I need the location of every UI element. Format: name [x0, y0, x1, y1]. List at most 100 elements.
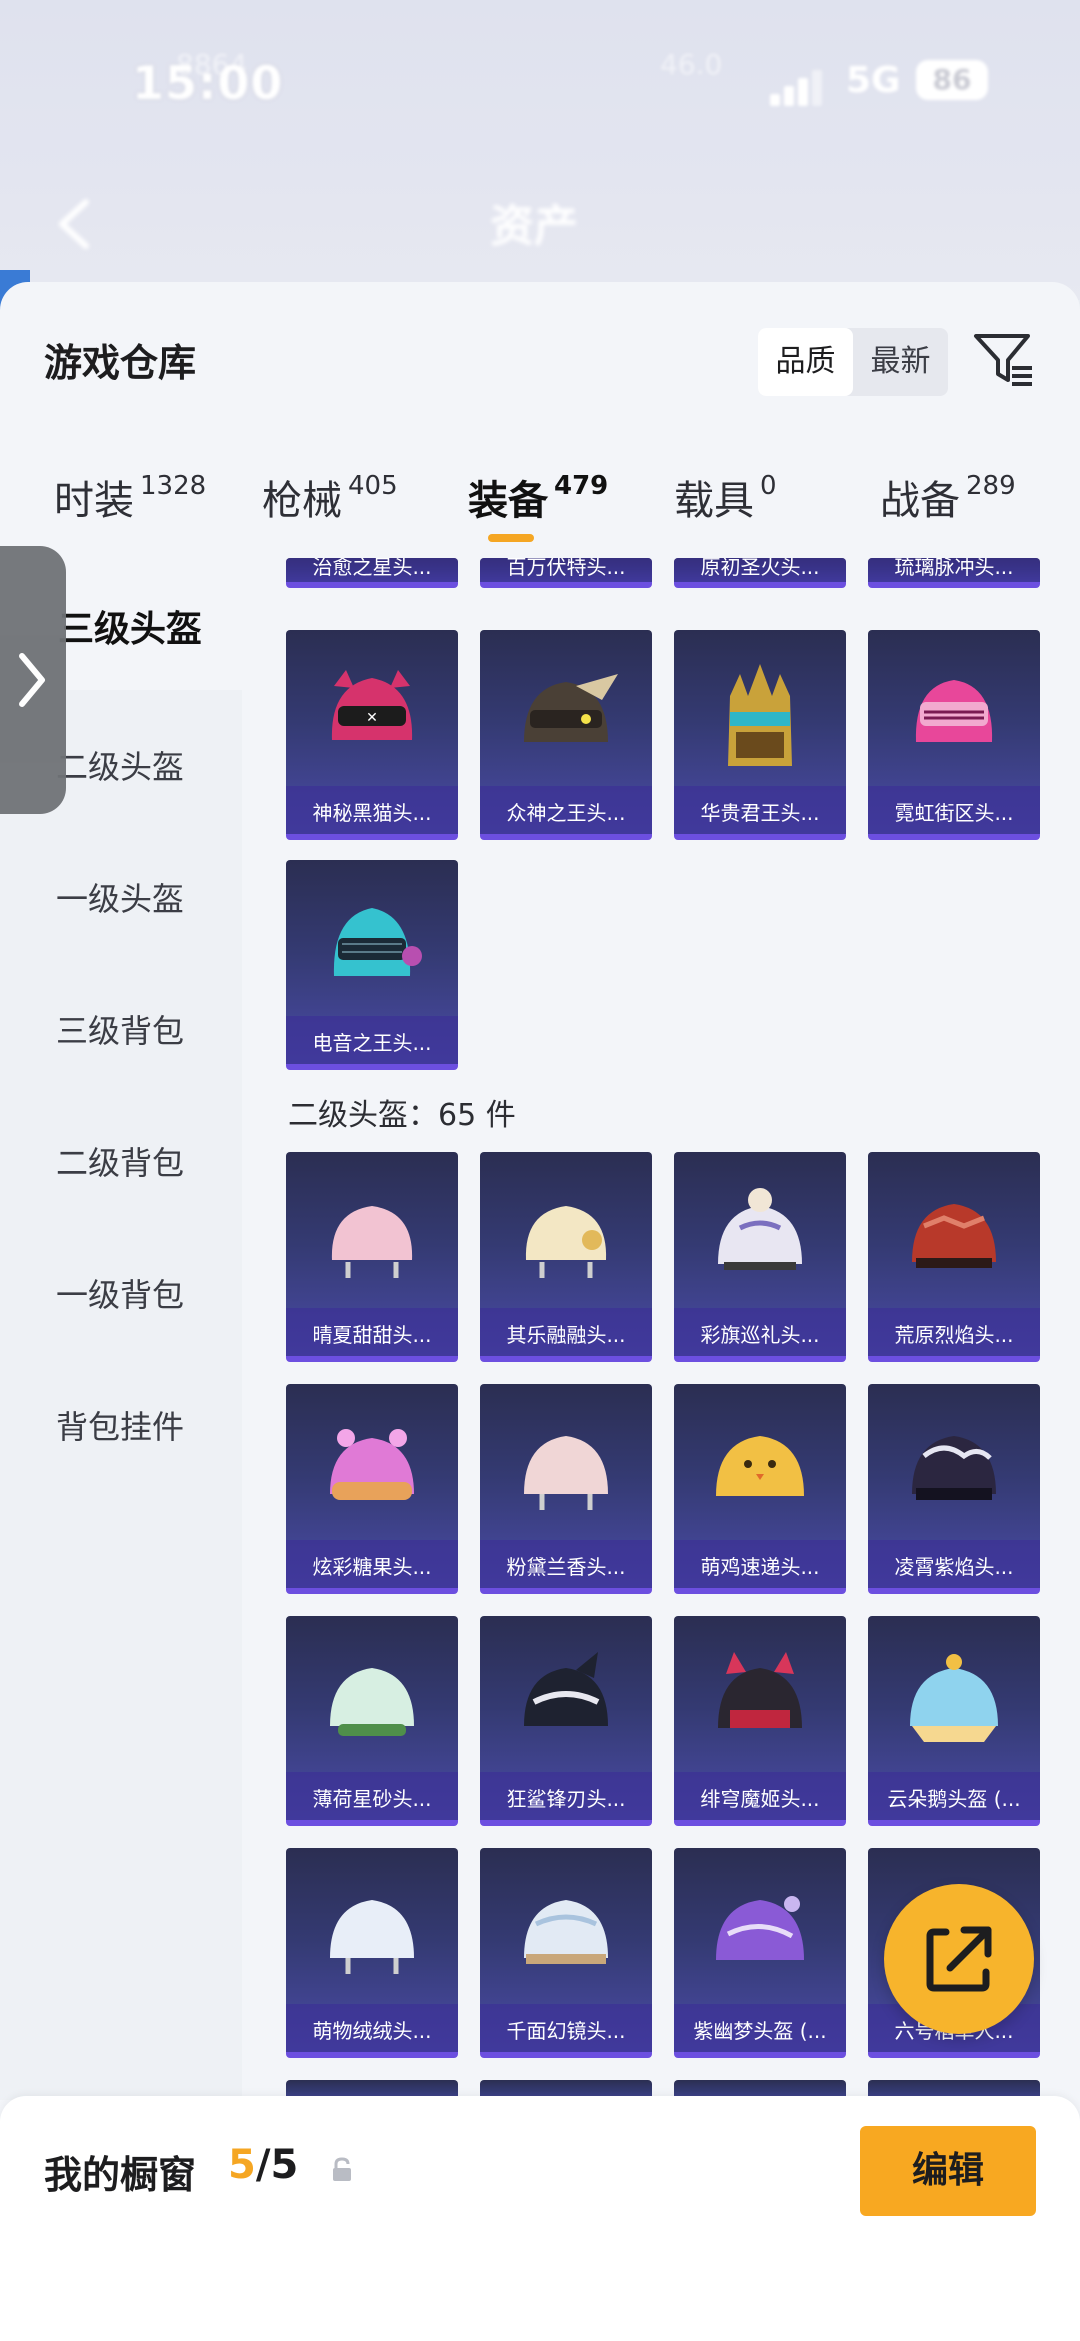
status-ghost-text-right: 46.0: [660, 48, 723, 81]
pink-helmet-icon: [331, 1206, 413, 1278]
tab-label: 装备: [468, 478, 548, 524]
signal-icon: [770, 70, 830, 106]
sidebar-item-lvl3-backpack[interactable]: 三级背包: [56, 1006, 184, 1052]
item-grid: 治愈之星头... 百万伏特头... 原初圣火头... 琉璃脉冲头... ✕ 神秘…: [242, 558, 1080, 2098]
drawer-toggle-button[interactable]: [0, 546, 66, 814]
item-name: 狂鲨锋刃头...: [506, 1787, 626, 1811]
section-label-lvl2: 二级头盔：65 件: [288, 1098, 516, 1133]
item-card[interactable]: 狂鲨锋刃头...: [480, 1616, 652, 1826]
shark-helmet-icon: [524, 1652, 608, 1726]
sort-toggle: 品质 最新: [758, 328, 948, 396]
back-arrow-icon[interactable]: [48, 194, 108, 254]
sort-quality-button[interactable]: 品质: [758, 328, 853, 396]
candy-helmet-icon: [330, 1429, 414, 1500]
share-button[interactable]: [884, 1884, 1034, 2034]
sidebar-item-lvl3-helmet[interactable]: 三级头盔: [58, 600, 202, 652]
mirror-helmet-icon: [524, 1900, 608, 1964]
item-card[interactable]: 千面幻镜头...: [480, 1848, 652, 2058]
item-name: 云朵鹅头盔 (...: [887, 1787, 1021, 1811]
item-card[interactable]: 粉黛兰香头...: [480, 1384, 652, 1594]
showcase-count-current: 5: [228, 2142, 256, 2188]
item-name: 绯穹魔姬头...: [700, 1787, 820, 1811]
item-card[interactable]: 云朵鹅头盔 (...: [868, 1616, 1040, 1826]
item-name: 凌霄紫焰头...: [894, 1555, 1014, 1579]
sidebar-item-lvl1-backpack[interactable]: 一级背包: [56, 1270, 184, 1316]
tab-count: 0: [760, 470, 777, 501]
category-tabs: 时装 1328 枪械 405 装备 479 载具 0 战备 289: [0, 468, 1080, 558]
item-card[interactable]: 原初圣火头...: [674, 558, 846, 588]
tab-fashion[interactable]: 时装 1328: [54, 468, 206, 526]
item-card[interactable]: 萌物绒绒头...: [286, 1848, 458, 2058]
item-card[interactable]: 百万伏特头...: [480, 558, 652, 588]
item-card[interactable]: 华贵君王头...: [674, 630, 846, 840]
item-name: 其乐融融头...: [506, 1323, 626, 1347]
tab-label: 载具: [674, 478, 754, 524]
tab-count: 405: [348, 470, 398, 501]
tab-count: 479: [554, 470, 609, 501]
tab-vehicles[interactable]: 载具 0: [674, 468, 777, 526]
item-card[interactable]: 凌霄紫焰头...: [868, 1384, 1040, 1594]
status-bar: 15:00 8864 46.0 5G 86: [0, 40, 1080, 120]
god-king-helmet-icon: [524, 674, 618, 742]
item-card[interactable]: 绯穹魔姬头...: [674, 1616, 846, 1826]
item-card[interactable]: 其乐融融头...: [480, 1152, 652, 1362]
item-card[interactable]: 薄荷星砂头...: [286, 1616, 458, 1826]
tab-weapons[interactable]: 枪械 405: [262, 468, 398, 526]
svg-text:✕: ✕: [366, 710, 378, 726]
item-card[interactable]: 众神之王头...: [480, 630, 652, 840]
sidebar-item-lvl2-helmet[interactable]: 二级头盔: [56, 742, 184, 788]
item-name: 电音之王头...: [312, 1031, 432, 1055]
tab-count: 1328: [140, 470, 207, 501]
share-icon: [926, 1926, 992, 1992]
lock-icon: [333, 2157, 351, 2181]
tab-label: 枪械: [262, 478, 342, 524]
tab-label: 时装: [54, 478, 134, 524]
mint-helmet-icon: [330, 1668, 414, 1736]
purple-flame-helmet-icon: [912, 1436, 996, 1500]
active-tab-indicator: [488, 534, 534, 542]
item-name: 华贵君王头...: [700, 801, 820, 825]
crown-helmet-icon: [728, 664, 792, 766]
sort-newest-button[interactable]: 最新: [853, 328, 948, 396]
item-card[interactable]: 琉璃脉冲头...: [868, 558, 1040, 588]
item-card[interactable]: 萌鸡速递头...: [674, 1384, 846, 1594]
demon-helmet-icon: [718, 1652, 802, 1728]
electro-helmet-icon: [333, 908, 422, 976]
fluffy-helmet-icon: [330, 1900, 414, 1974]
item-name: 神秘黑猫头...: [312, 801, 432, 825]
item-name: 琉璃脉冲头...: [894, 558, 1014, 579]
item-name: 炫彩糖果头...: [312, 1555, 432, 1579]
item-card[interactable]: 治愈之星头...: [286, 558, 458, 588]
item-name: 原初圣火头...: [700, 558, 820, 579]
item-card[interactable]: 晴夏甜甜头...: [286, 1152, 458, 1362]
showcase-bar: 我的橱窗 5/5 编辑: [0, 2096, 1080, 2341]
neon-helmet-icon: [915, 680, 993, 742]
tab-gear[interactable]: 战备 289: [880, 468, 1016, 526]
item-name: 彩旗巡礼头...: [700, 1323, 820, 1347]
item-name: 紫幽梦头盔 (...: [693, 2019, 827, 2043]
item-name: 千面幻镜头...: [506, 2019, 626, 2043]
item-card[interactable]: 彩旗巡礼头...: [674, 1152, 846, 1362]
item-card[interactable]: 炫彩糖果头...: [286, 1384, 458, 1594]
page-title: 资产: [490, 201, 578, 252]
tab-equipment[interactable]: 装备 479: [468, 468, 608, 526]
item-card[interactable]: 荒原烈焰头...: [868, 1152, 1040, 1362]
edit-button[interactable]: 编辑: [860, 2126, 1036, 2216]
sidebar-item-lvl1-helmet[interactable]: 一级头盔: [56, 874, 184, 920]
status-ghost-text: 8864: [176, 48, 248, 81]
item-name: 众神之王头...: [506, 801, 626, 825]
filter-icon[interactable]: [972, 328, 1036, 392]
item-card[interactable]: 紫幽梦头盔 (...: [674, 1848, 846, 2058]
tab-label: 战备: [880, 478, 960, 524]
flame-helmet-icon: [912, 1204, 996, 1268]
item-card[interactable]: 电音之王头...: [286, 860, 458, 1070]
sidebar-item-lvl2-backpack[interactable]: 二级背包: [56, 1138, 184, 1184]
sidebar-item-backpack-charm[interactable]: 背包挂件: [56, 1402, 184, 1448]
item-card[interactable]: 霓虹街区头...: [868, 630, 1040, 840]
showcase-count-total: /5: [255, 2142, 299, 2188]
nav-bar: 资产: [0, 180, 1080, 270]
item-card[interactable]: ✕ 神秘黑猫头...: [286, 630, 458, 840]
cream-helmet-icon: [525, 1206, 607, 1278]
chevron-right-icon: [19, 653, 45, 707]
showcase-count: 5/5: [228, 2142, 298, 2188]
